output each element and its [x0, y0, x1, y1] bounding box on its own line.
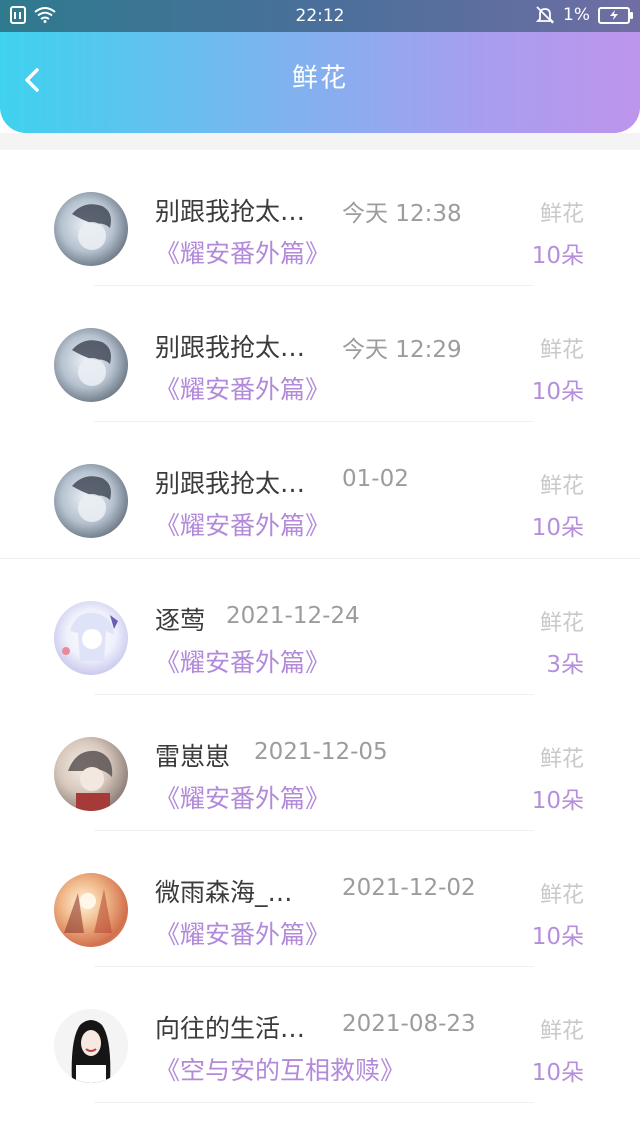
flower-count: 10朵	[531, 1060, 584, 1086]
page-title: 鲜花	[291, 63, 348, 94]
book-title[interactable]: 《耀安番外篇》	[155, 370, 330, 406]
list-item[interactable]: 向往的生活… 2021-08-23 《空与安的互相救赎》 鲜花 10朵	[0, 967, 640, 1103]
avatar[interactable]	[54, 192, 128, 266]
send-time: 今天 12:29	[342, 337, 462, 363]
sender-name: 微雨森海_…	[155, 878, 293, 907]
send-time: 今天 12:38	[342, 201, 462, 227]
flower-label: 鲜花	[539, 883, 584, 908]
flower-count: 10朵	[531, 515, 584, 541]
avatar[interactable]	[54, 873, 128, 947]
send-time: 01-02	[342, 466, 409, 492]
list-item[interactable]: 雷崽崽 2021-12-05 《耀安番外篇》 鲜花 10朵	[0, 695, 640, 831]
list-item[interactable]: 逐莺 2021-12-24 《耀安番外篇》 鲜花 3朵	[0, 559, 640, 695]
avatar[interactable]	[54, 1009, 128, 1083]
avatar[interactable]	[54, 737, 128, 811]
flower-label: 鲜花	[539, 747, 584, 772]
avatar[interactable]	[54, 328, 128, 402]
flower-count: 10朵	[531, 788, 584, 814]
flower-count: 10朵	[531, 924, 584, 950]
book-title[interactable]: 《空与安的互相救赎》	[155, 1051, 405, 1087]
flower-label: 鲜花	[539, 1019, 584, 1044]
send-time: 2021-12-05	[254, 739, 388, 765]
book-title[interactable]: 《耀安番外篇》	[155, 506, 330, 542]
flower-count: 10朵	[531, 379, 584, 405]
mute-bell-icon	[535, 6, 555, 24]
list-item[interactable]: 微雨森海_… 2021-12-02 《耀安番外篇》 鲜花 10朵	[0, 831, 640, 967]
row-divider	[94, 1102, 534, 1103]
flower-count: 3朵	[546, 652, 584, 678]
status-bar: 22:12 1%	[0, 0, 640, 32]
send-time: 2021-12-24	[226, 603, 360, 629]
send-time: 2021-08-23	[342, 1011, 476, 1037]
charging-bolt-icon	[610, 10, 618, 20]
battery-icon	[598, 6, 633, 24]
status-right-icons: 1%	[535, 5, 633, 25]
flower-list: 别跟我抢太… 今天 12:38 《耀安番外篇》 鲜花 10朵 别跟我抢太… 今天…	[0, 150, 640, 1138]
sender-name: 向往的生活…	[155, 1014, 306, 1043]
flower-label: 鲜花	[539, 202, 584, 227]
list-item[interactable]: 别跟我抢太… 01-02 《耀安番外篇》 鲜花 10朵	[0, 422, 640, 558]
book-title[interactable]: 《耀安番外篇》	[155, 915, 330, 951]
book-title[interactable]: 《耀安番外篇》	[155, 643, 330, 679]
book-title[interactable]: 《耀安番外篇》	[155, 234, 330, 270]
flower-label: 鲜花	[539, 474, 584, 499]
list-item[interactable]: 别跟我抢太… 今天 12:38 《耀安番外篇》 鲜花 10朵	[0, 150, 640, 286]
book-title[interactable]: 《耀安番外篇》	[155, 779, 330, 815]
flower-count: 10朵	[531, 243, 584, 269]
sender-name: 别跟我抢太…	[155, 333, 306, 362]
flower-label: 鲜花	[539, 611, 584, 636]
flower-label: 鲜花	[539, 338, 584, 363]
battery-percent: 1%	[563, 5, 590, 25]
list-item[interactable]: 别跟我抢太… 今天 12:29 《耀安番外篇》 鲜花 10朵	[0, 286, 640, 422]
sender-name: 别跟我抢太…	[155, 197, 306, 226]
avatar[interactable]	[54, 601, 128, 675]
sender-name: 别跟我抢太…	[155, 469, 306, 498]
sender-name: 雷崽崽	[155, 742, 231, 771]
send-time: 2021-12-02	[342, 875, 476, 901]
avatar[interactable]	[54, 464, 128, 538]
sender-name: 逐莺	[155, 606, 206, 635]
header: 鲜花	[0, 32, 640, 133]
section-gap	[0, 133, 640, 150]
